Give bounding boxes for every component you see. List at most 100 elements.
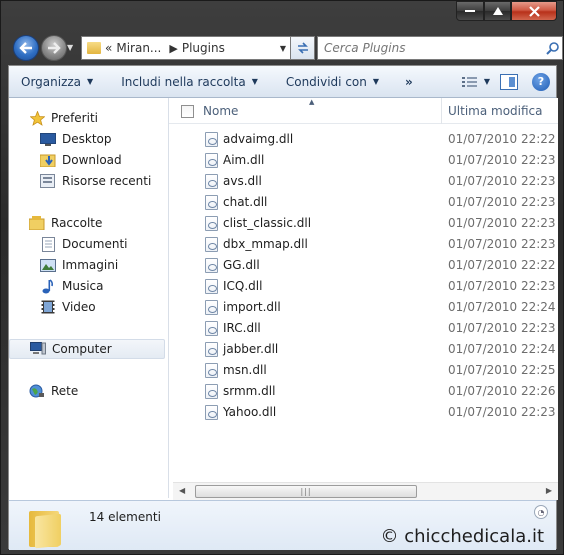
scroll-left-icon[interactable]: ◀ [179, 486, 185, 495]
address-dropdown-icon[interactable]: ▼ [280, 44, 286, 53]
forward-button[interactable] [41, 35, 67, 61]
nav-item-network[interactable]: Rete [9, 381, 165, 401]
file-row[interactable]: advaimg.dll 01/07/2010 22:22 [169, 129, 558, 150]
maximize-button[interactable] [484, 1, 511, 21]
column-divider[interactable] [441, 98, 442, 124]
file-modified-date: 01/07/2010 22:23 [448, 216, 556, 230]
explorer-client-area: Organizza ▼ Includi nella raccolta ▼ Con… [8, 65, 558, 550]
details-pane: 14 elementi ◔ © chicchedicala.it [9, 500, 556, 550]
dll-file-icon [205, 153, 218, 168]
nav-label: Video [62, 300, 96, 314]
share-with-menu[interactable]: Condividi con ▼ [266, 66, 387, 97]
nav-item-recent-places[interactable]: Risorse recenti [9, 171, 165, 191]
nav-label: Musica [62, 279, 104, 293]
file-row[interactable]: ICQ.dll 01/07/2010 22:23 [169, 276, 558, 297]
file-name: msn.dll [223, 363, 267, 377]
nav-item-desktop[interactable]: Desktop [9, 129, 165, 149]
details-pane-toggle-icon[interactable]: ◔ [534, 505, 548, 519]
file-row[interactable]: Aim.dll 01/07/2010 22:23 [169, 150, 558, 171]
search-icon[interactable] [542, 38, 562, 58]
navigation-row: ▼ « Miran... ▶ Plugins ▼ [9, 31, 563, 65]
forward-arrow-icon [48, 42, 61, 54]
nav-label: Risorse recenti [62, 174, 152, 188]
file-list: Nome ▲ Ultima modifica advaimg.dll 01/07/… [169, 98, 558, 482]
file-row[interactable]: GG.dll 01/07/2010 22:22 [169, 255, 558, 276]
file-modified-date: 01/07/2010 22:23 [448, 237, 556, 251]
file-row[interactable]: import.dll 01/07/2010 22:24 [169, 297, 558, 318]
file-name: srmm.dll [223, 384, 276, 398]
dll-file-icon [205, 300, 218, 315]
file-row[interactable]: avs.dll 01/07/2010 22:23 [169, 171, 558, 192]
nav-item-libraries[interactable]: Raccolte [9, 213, 165, 233]
close-button[interactable] [511, 1, 557, 21]
file-modified-date: 01/07/2010 22:26 [448, 384, 556, 398]
scroll-thumb[interactable]: ||| [195, 485, 417, 498]
dll-file-icon [205, 405, 218, 420]
file-modified-date: 01/07/2010 22:23 [448, 405, 556, 419]
file-modified-date: 01/07/2010 22:23 [448, 321, 556, 335]
search-input[interactable] [318, 38, 542, 58]
nav-label: Rete [51, 384, 79, 398]
help-button[interactable]: ? [532, 72, 550, 91]
select-all-checkbox[interactable] [181, 105, 194, 118]
minimize-icon [465, 10, 475, 12]
file-row[interactable]: srmm.dll 01/07/2010 22:26 [169, 381, 558, 402]
file-row[interactable]: jabber.dll 01/07/2010 22:24 [169, 339, 558, 360]
file-name: import.dll [223, 300, 281, 314]
share-label: Condividi con [285, 74, 367, 89]
address-bar[interactable]: « Miran... ▶ Plugins ▼ [81, 36, 291, 60]
nav-item-images[interactable]: Immagini [9, 255, 165, 275]
file-name: GG.dll [223, 258, 260, 272]
preview-pane-button[interactable] [500, 73, 518, 90]
nav-item-music[interactable]: Musica [9, 276, 165, 296]
breadcrumb-segment[interactable]: Miran... [116, 41, 161, 55]
refresh-button[interactable] [291, 36, 315, 60]
file-row[interactable]: dbx_mmap.dll 01/07/2010 22:23 [169, 234, 558, 255]
file-row[interactable]: msn.dll 01/07/2010 22:25 [169, 360, 558, 381]
horizontal-scrollbar[interactable]: ◀ ||| ▶ [173, 482, 558, 500]
nav-item-computer[interactable]: Computer [9, 339, 165, 359]
column-header-name[interactable]: Nome [203, 104, 238, 118]
address-overflow[interactable]: « [105, 41, 112, 55]
nav-item-documents[interactable]: Documenti [9, 234, 165, 254]
scroll-right-icon[interactable]: ▶ [546, 486, 552, 495]
change-view-button[interactable]: ▼ [461, 76, 490, 88]
dll-file-icon [205, 195, 218, 210]
chevron-right-icon[interactable]: ▶ [169, 42, 177, 55]
breadcrumb-segment-current[interactable]: Plugins [182, 41, 225, 55]
nav-item-favorites[interactable]: Preferiti [9, 108, 165, 128]
file-row[interactable]: chat.dll 01/07/2010 22:23 [169, 192, 558, 213]
file-name: dbx_mmap.dll [223, 237, 308, 251]
libraries-icon [29, 215, 45, 231]
file-row[interactable]: IRC.dll 01/07/2010 22:23 [169, 318, 558, 339]
file-name: Yahoo.dll [223, 405, 277, 419]
file-modified-date: 01/07/2010 22:24 [448, 300, 556, 314]
recent-pages-dropdown[interactable]: ▼ [67, 43, 73, 52]
file-modified-date: 01/07/2010 22:23 [448, 195, 556, 209]
file-name: IRC.dll [223, 321, 261, 335]
dll-file-icon [205, 258, 218, 273]
computer-icon [30, 341, 46, 357]
minimize-button[interactable] [456, 1, 484, 21]
refresh-icon [297, 42, 308, 54]
organize-menu[interactable]: Organizza ▼ [9, 66, 101, 97]
file-row[interactable]: clist_classic.dll 01/07/2010 22:23 [169, 213, 558, 234]
nav-item-video[interactable]: Video [9, 297, 165, 317]
column-header-row: Nome ▲ Ultima modifica [169, 98, 558, 124]
item-count: 14 elementi [89, 510, 161, 524]
column-header-modified[interactable]: Ultima modifica [448, 104, 543, 118]
nav-label: Immagini [62, 258, 119, 272]
back-button[interactable] [13, 35, 39, 61]
nav-label: Documenti [62, 237, 128, 251]
dll-file-icon [205, 132, 218, 147]
file-modified-date: 01/07/2010 22:25 [448, 363, 556, 377]
file-name: chat.dll [223, 195, 268, 209]
include-in-library-menu[interactable]: Includi nella raccolta ▼ [101, 66, 266, 97]
nav-item-download[interactable]: Download [9, 150, 165, 170]
more-commands-button[interactable]: » [387, 66, 421, 97]
file-name: clist_classic.dll [223, 216, 312, 230]
file-name: ICQ.dll [223, 279, 263, 293]
file-row[interactable]: Yahoo.dll 01/07/2010 22:23 [169, 402, 558, 423]
search-box [317, 36, 563, 60]
nav-label: Raccolte [51, 216, 103, 230]
